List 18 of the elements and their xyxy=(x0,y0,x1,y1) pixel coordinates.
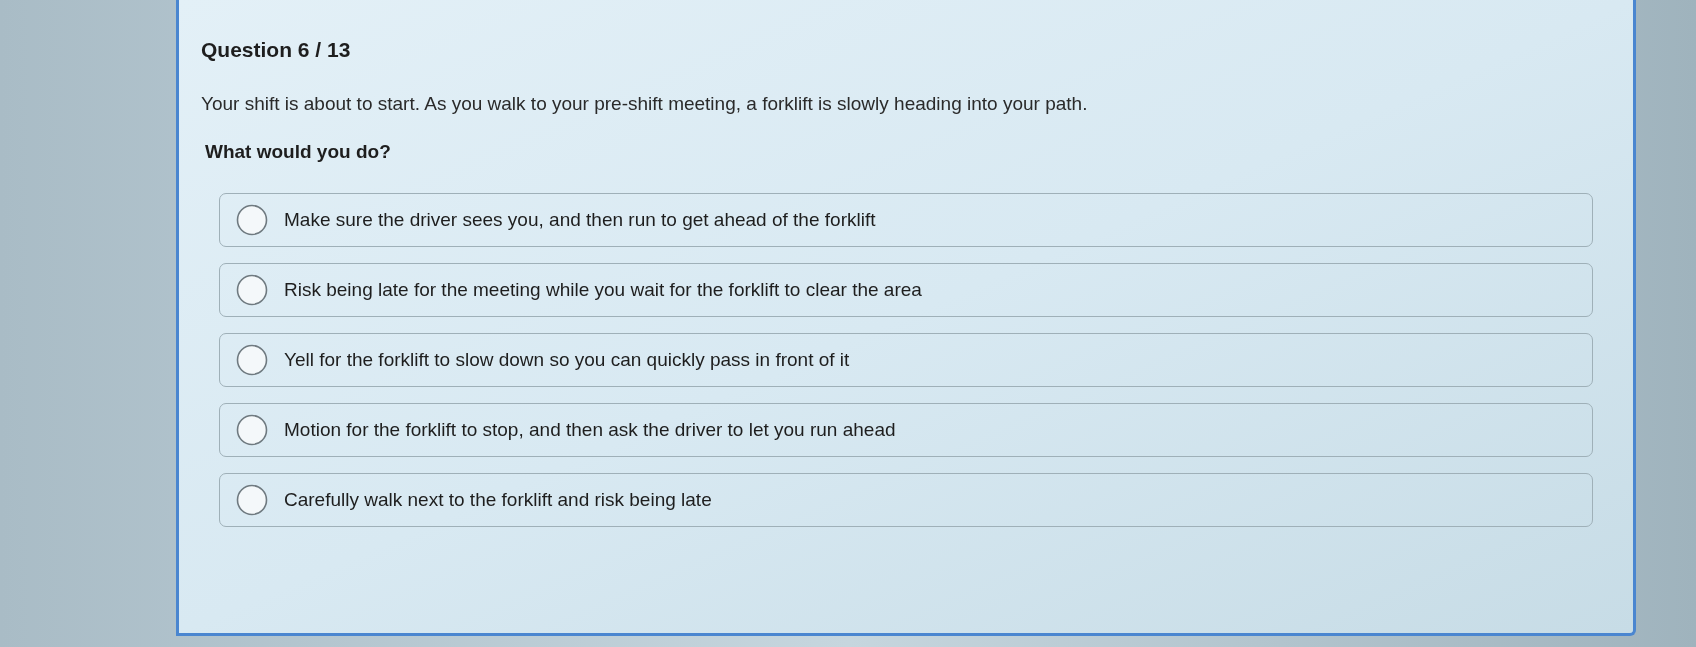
radio-icon[interactable] xyxy=(236,484,268,516)
radio-icon[interactable] xyxy=(236,204,268,236)
radio-icon[interactable] xyxy=(236,274,268,306)
option-label: Risk being late for the meeting while you wait for the forklift to clear the area xyxy=(284,278,922,302)
answer-option[interactable]: Make sure the driver sees you, and then run to get ahead of the forklift xyxy=(219,193,1593,247)
question-prompt: What would you do? xyxy=(205,140,392,164)
answer-option[interactable]: Yell for the forklift to slow down so you can quickly pass in front of it xyxy=(219,333,1593,387)
option-label: Carefully walk next to the forklift and risk being late xyxy=(284,488,712,512)
option-label: Yell for the forklift to slow down so you can quickly pass in front of it xyxy=(284,348,850,372)
option-label: Make sure the driver sees you, and then run to get ahead of the forklift xyxy=(284,208,876,232)
radio-icon[interactable] xyxy=(236,344,268,376)
radio-icon[interactable] xyxy=(236,414,268,446)
answer-option[interactable]: Motion for the forklift to stop, and then ask the driver to let you run ahead xyxy=(219,403,1593,457)
answer-option[interactable]: Risk being late for the meeting while you wait for the forklift to clear the area xyxy=(219,263,1593,317)
question-text: Your shift is about to start. As you walk to your pre-shift meeting, a forklift is slowly heading into your path. xyxy=(201,92,1089,116)
option-label: Motion for the forklift to stop, and then ask the driver to let you run ahead xyxy=(284,418,896,442)
answer-option[interactable]: Carefully walk next to the forklift and risk being late xyxy=(219,473,1593,527)
question-counter: Question 6 / 13 xyxy=(201,37,352,63)
